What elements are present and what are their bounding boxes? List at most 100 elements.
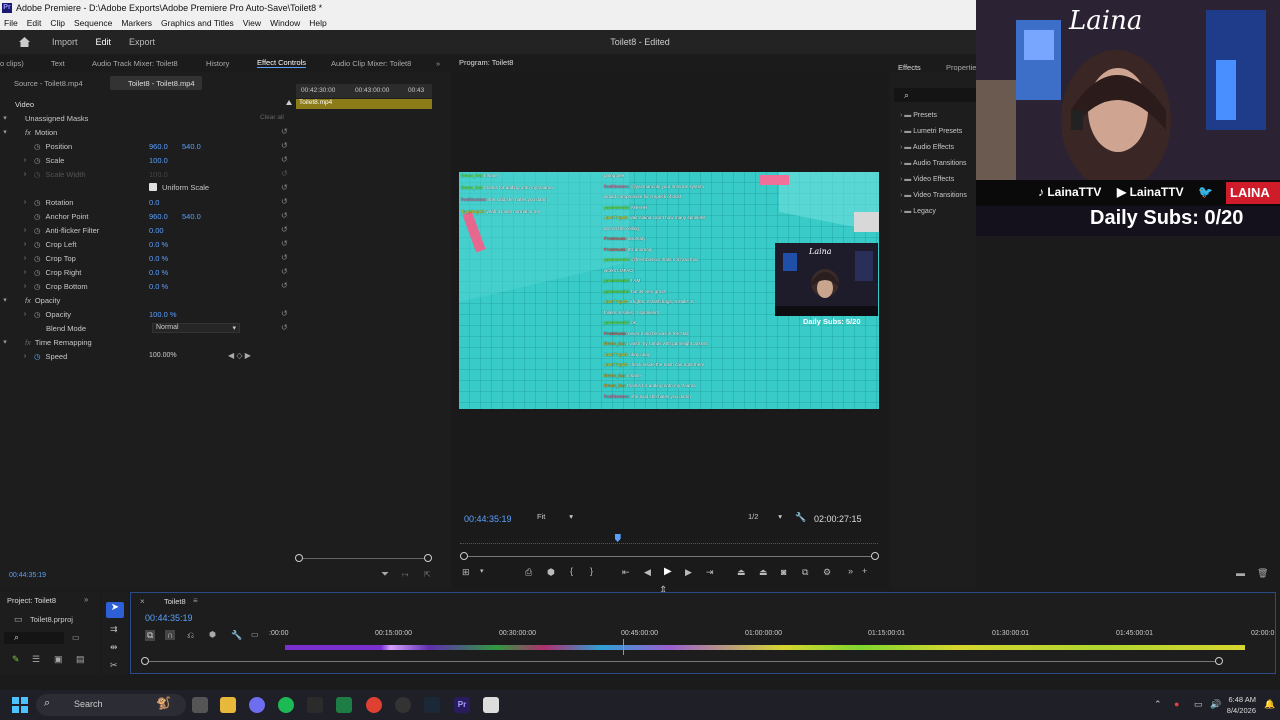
taskbar-search-input[interactable]: ⌕ Search 🐒 (36, 694, 186, 716)
file-explorer-icon[interactable] (220, 697, 236, 713)
wrench-icon[interactable]: 🔧 (795, 512, 806, 523)
stopwatch-icon[interactable]: ◷ (34, 240, 41, 249)
razor-icon[interactable]: ✂ (110, 660, 118, 671)
mini-clip-bar[interactable]: Toilet8.mp4 (296, 99, 432, 109)
play-audio-icon[interactable]: ↦ (402, 570, 409, 579)
opacity-value[interactable]: 100.0 % (149, 310, 177, 319)
zoom-handle-right[interactable] (871, 552, 879, 560)
notepad-icon[interactable] (483, 697, 499, 713)
video-frame[interactable]: Bman_lea: insane Bman_lea: thanks for add… (459, 172, 879, 409)
speed-value[interactable]: 100.00% (149, 352, 177, 359)
nav-import[interactable]: Import (52, 37, 78, 47)
close-icon[interactable]: × (140, 597, 145, 606)
microphone-icon[interactable]: ● (1174, 699, 1179, 709)
menu-sequence[interactable]: Sequence (74, 18, 112, 28)
tab-audio-clip-mixer[interactable]: Audio Clip Mixer: Toilet8 (331, 59, 411, 68)
menu-markers[interactable]: Markers (121, 18, 152, 28)
steam-icon[interactable] (424, 697, 440, 713)
stopwatch-icon[interactable]: ◷ (34, 268, 41, 277)
stopwatch-icon[interactable]: ◷ (34, 156, 41, 165)
stopwatch-icon[interactable]: ◷ (34, 282, 41, 291)
anchor-y[interactable]: 540.0 (182, 212, 201, 221)
expand-icon[interactable]: › (20, 311, 30, 318)
menu-help[interactable]: Help (309, 18, 326, 28)
wrench-icon[interactable]: 🔧 (231, 630, 242, 641)
timeline-ruler[interactable]: :00:00 00:15:00:00 00:30:00:00 00:45:00:… (269, 629, 1274, 643)
chevron-down-icon[interactable]: ▾ (480, 567, 484, 575)
capcut-icon[interactable] (307, 697, 323, 713)
effects-item-video-effects[interactable]: › ▬ Video Effects (900, 176, 954, 183)
timeline-clips-track[interactable] (285, 645, 1245, 650)
snap-icon[interactable]: ∩ (165, 630, 176, 640)
effects-search-input[interactable]: ⌕ (894, 88, 976, 102)
zoom-handle-left[interactable] (460, 552, 468, 560)
linked-selection-icon[interactable]: ⎌ (187, 630, 194, 641)
project-title[interactable]: Project: Toilet8 (7, 596, 56, 605)
excel-icon[interactable] (336, 697, 352, 713)
reset-icon[interactable]: ↺ (281, 184, 291, 192)
clock-date[interactable]: 8/4/2026 (1222, 706, 1256, 715)
step-forward-icon[interactable]: ▶ (685, 567, 692, 578)
menu-graphics[interactable]: Graphics and Titles (161, 18, 234, 28)
nav-edit[interactable]: Edit (96, 37, 112, 47)
add-marker-icon[interactable]: ⬢ (547, 567, 555, 578)
masks-row[interactable]: ▾ Unassigned Masks (0, 111, 295, 125)
menu-view[interactable]: View (243, 18, 261, 28)
export-icon[interactable]: ⇱ (424, 570, 431, 579)
crop-left-value[interactable]: 0.0 % (149, 240, 168, 249)
effects-item-audio-effects[interactable]: › ▬ Audio Effects (900, 144, 954, 151)
stopwatch-icon[interactable]: ◷ (34, 142, 41, 151)
source-tab[interactable]: Source - Toilet8.mp4 (14, 79, 83, 88)
more-tabs-icon[interactable]: » (436, 59, 440, 68)
reset-icon[interactable]: ↺ (281, 128, 291, 136)
new-bin-icon[interactable]: ▬ (1236, 568, 1245, 578)
reset-icon[interactable]: ↺ (281, 142, 291, 150)
tab-effect-controls[interactable]: Effect Controls (257, 58, 307, 68)
volume-icon[interactable]: 🔊 (1210, 699, 1221, 710)
stopwatch-icon[interactable]: ◷ (34, 352, 41, 361)
nest-icon[interactable]: ⧉ (145, 630, 156, 641)
spotify-icon[interactable] (278, 697, 294, 713)
timeline-timecode[interactable]: 00:44:35:19 (145, 613, 193, 623)
reset-icon[interactable]: ↺ (281, 226, 291, 234)
trash-icon[interactable]: 🗑 (1257, 568, 1268, 579)
tab-text[interactable]: Text (51, 59, 65, 68)
add-button-icon[interactable]: + (862, 566, 867, 576)
captions-icon[interactable]: ▭ (251, 630, 259, 639)
program-playhead[interactable] (614, 534, 621, 542)
play-icon[interactable]: ▶ (664, 566, 672, 577)
effects-item-lumetri[interactable]: › ▬ Lumetri Presets (900, 128, 962, 135)
list-view-icon[interactable]: ☰ (32, 654, 40, 665)
reset-icon[interactable]: ↺ (281, 310, 291, 318)
timeline-zoom-handle-left[interactable] (141, 657, 149, 665)
premiere-icon[interactable]: Pr (454, 697, 470, 713)
tab-audio-track-mixer[interactable]: Audio Track Mixer: Toilet8 (92, 59, 178, 68)
effects-item-video-transitions[interactable]: › ▬ Video Transitions (900, 192, 967, 199)
camera-icon[interactable]: ◙ (781, 567, 786, 577)
stopwatch-icon[interactable]: ◷ (34, 254, 41, 263)
resolution-select[interactable]: 1/2 ▾ (744, 512, 784, 524)
effects-item-legacy[interactable]: › ▬ Legacy (900, 208, 936, 215)
filter-icon[interactable]: ⏷ (381, 569, 389, 580)
antiflicker-value[interactable]: 0.00 (149, 226, 164, 235)
effects-item-presets[interactable]: › ▬ Presets (900, 112, 937, 119)
scroll-handle-right[interactable] (424, 554, 432, 562)
stopwatch-icon[interactable]: ◷ (34, 198, 41, 207)
opacity-group-row[interactable]: ▾ fx Opacity (0, 293, 295, 307)
clip-tab[interactable]: Toilet8 - Toilet8.mp4 (110, 76, 202, 90)
comparison-icon[interactable]: ⧉ (802, 567, 808, 578)
reset-icon[interactable]: ↺ (281, 324, 291, 332)
reset-icon[interactable]: ↺ (281, 268, 291, 276)
menu-file[interactable]: File (4, 18, 18, 28)
home-icon[interactable] (18, 36, 31, 48)
tray-chevron-icon[interactable]: ⌃ (1154, 699, 1162, 710)
expand-icon[interactable]: › (20, 283, 30, 290)
new-bin-icon[interactable]: ▭ (72, 633, 80, 642)
menu-icon[interactable]: ≡ (193, 596, 198, 605)
menu-window[interactable]: Window (270, 18, 300, 28)
mark-out-icon[interactable]: } (590, 566, 593, 576)
timeline-zoom-handle-right[interactable] (1215, 657, 1223, 665)
lift-icon[interactable]: ⏏ (737, 567, 746, 578)
stopwatch-icon[interactable]: ◷ (34, 212, 41, 221)
reset-icon[interactable]: ↺ (281, 254, 291, 262)
